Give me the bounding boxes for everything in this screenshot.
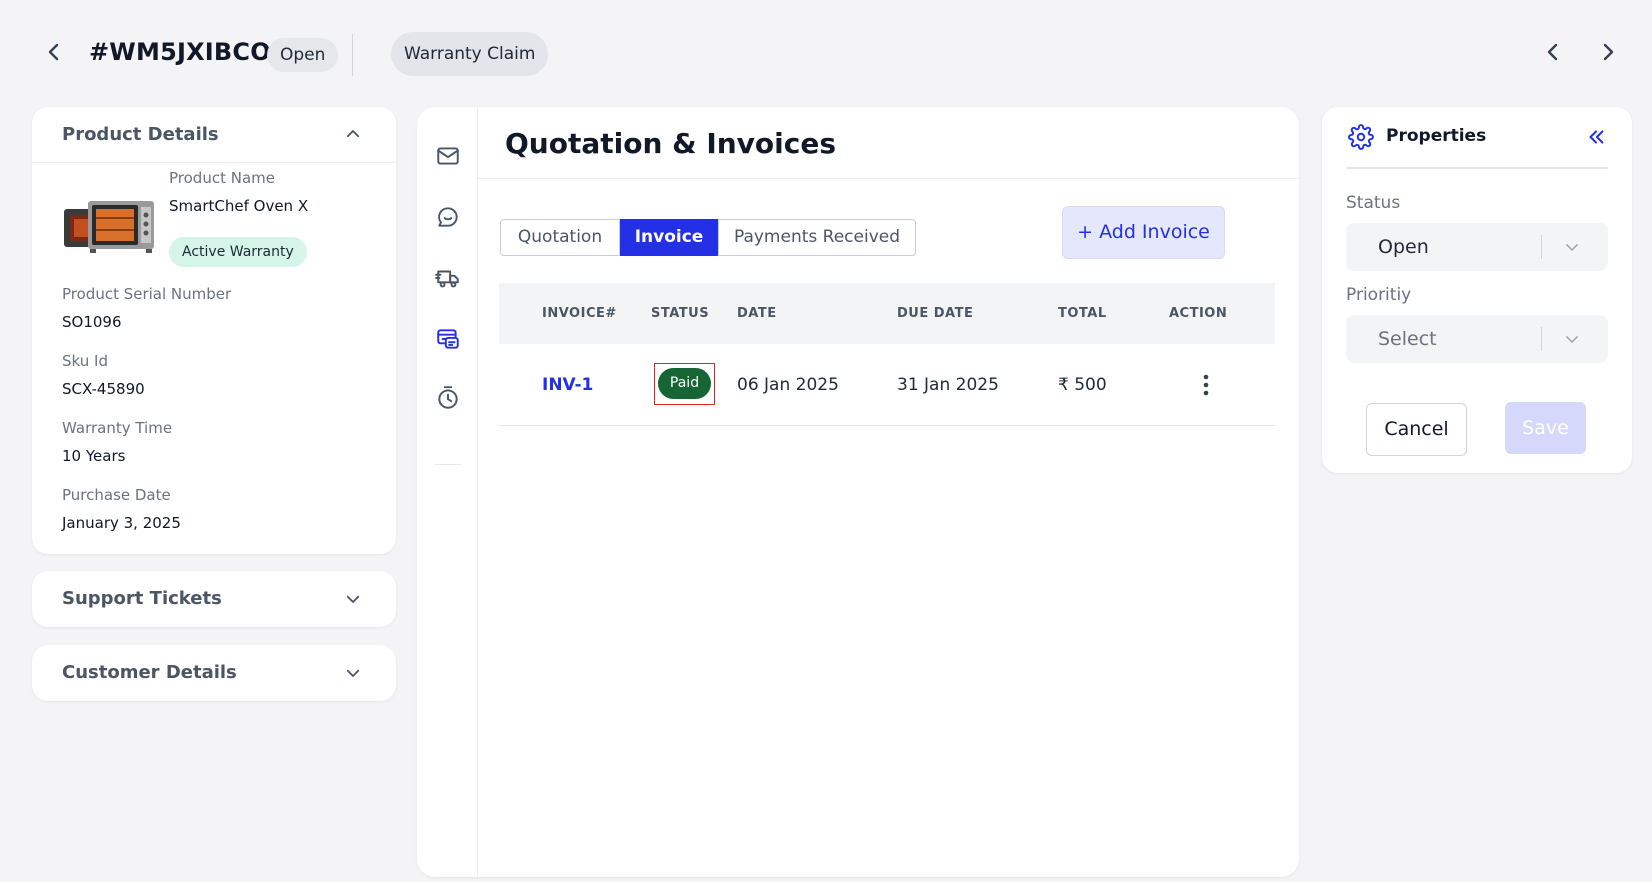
column-header-status: STATUS — [651, 306, 710, 321]
ticket-id: #WM5JXIBCO — [89, 38, 271, 66]
sku-label: Sku Id — [62, 352, 108, 370]
gear-icon — [1348, 124, 1374, 150]
truck-icon[interactable] — [435, 265, 461, 291]
column-header-invoice: INVOICE# — [542, 306, 617, 321]
chevron-up-icon[interactable] — [344, 125, 362, 143]
priority-select[interactable]: Select — [1346, 315, 1608, 363]
mail-icon[interactable] — [435, 143, 461, 169]
column-header-action: ACTION — [1169, 306, 1228, 321]
status-badge: Open — [267, 38, 339, 72]
previous-ticket-icon[interactable] — [1541, 40, 1565, 64]
card-divider — [32, 162, 396, 163]
purchase-date-value: January 3, 2025 — [62, 514, 181, 532]
invoice-date: 06 Jan 2025 — [737, 375, 839, 395]
column-header-total: TOTAL — [1058, 306, 1107, 321]
title-divider — [478, 178, 1299, 179]
serial-value: SO1096 — [62, 313, 122, 331]
warranty-time-label: Warranty Time — [62, 419, 173, 437]
invoice-table-header: INVOICE# STATUS DATE DUE DATE TOTAL ACTI… — [499, 283, 1275, 344]
support-tickets-card[interactable]: Support Tickets — [32, 571, 396, 627]
status-select[interactable]: Open — [1346, 223, 1608, 271]
chevron-down-icon[interactable] — [1563, 330, 1581, 348]
invoice-link[interactable]: INV-1 — [542, 344, 593, 426]
back-arrow-icon[interactable] — [42, 40, 66, 64]
product-name-label: Product Name — [169, 169, 275, 187]
purchase-date-label: Purchase Date — [62, 486, 171, 504]
quotation-invoices-panel: Quotation & Invoices Quotation Invoice P… — [417, 107, 1299, 877]
status-label: Status — [1346, 193, 1401, 213]
properties-title: Properties — [1386, 126, 1487, 146]
column-header-due-date: DUE DATE — [897, 306, 974, 321]
status-select-value: Open — [1378, 236, 1429, 258]
collapse-panel-icon[interactable] — [1585, 126, 1607, 148]
warranty-time-value: 10 Years — [62, 447, 126, 465]
chevron-down-icon[interactable] — [1563, 238, 1581, 256]
billing-icon[interactable] — [435, 326, 461, 352]
table-row: INV-1 Paid 06 Jan 2025 31 Jan 2025 ₹ 500 — [499, 344, 1275, 426]
tab-quotation[interactable]: Quotation — [500, 219, 620, 256]
select-divider — [1541, 235, 1542, 259]
properties-divider — [1346, 167, 1608, 169]
add-invoice-button[interactable]: + Add Invoice — [1062, 206, 1225, 259]
next-ticket-icon[interactable] — [1596, 40, 1620, 64]
product-details-title[interactable]: Product Details — [62, 124, 219, 145]
save-button[interactable]: Save — [1505, 402, 1586, 454]
side-rail — [417, 107, 478, 877]
support-tickets-title: Support Tickets — [62, 588, 222, 609]
chevron-down-icon[interactable] — [344, 664, 362, 682]
header-divider — [352, 34, 353, 76]
timer-icon[interactable] — [435, 385, 461, 411]
chevron-down-icon[interactable] — [344, 590, 362, 608]
product-name: SmartChef Oven X — [169, 197, 309, 215]
serial-label: Product Serial Number — [62, 285, 232, 303]
ticket-type-badge: Warranty Claim — [391, 32, 549, 76]
rail-divider — [435, 464, 461, 465]
product-image — [62, 195, 157, 260]
sku-value: SCX-45890 — [62, 380, 145, 398]
invoice-due-date: 31 Jan 2025 — [897, 375, 999, 395]
status-highlight: Paid — [654, 363, 715, 405]
page-title: Quotation & Invoices — [505, 127, 837, 160]
customer-details-card[interactable]: Customer Details — [32, 645, 396, 701]
priority-label: Prioritiy — [1346, 285, 1412, 305]
tab-invoice[interactable]: Invoice — [620, 219, 718, 256]
invoice-total: ₹ 500 — [1058, 375, 1107, 395]
more-actions-icon[interactable] — [1202, 373, 1210, 397]
properties-panel: Properties Status Open Prioritiy Select … — [1322, 107, 1632, 473]
top-bar: #WM5JXIBCO Open Warranty Claim — [0, 0, 1652, 100]
cancel-button[interactable]: Cancel — [1366, 403, 1467, 456]
priority-select-placeholder: Select — [1378, 328, 1437, 350]
status-badge: Paid — [658, 368, 711, 399]
warranty-badge: Active Warranty — [169, 237, 307, 267]
chat-icon[interactable] — [435, 204, 461, 230]
product-details-card: Product Details Product Name SmartChef O… — [32, 107, 396, 554]
select-divider — [1541, 327, 1542, 351]
column-header-date: DATE — [737, 306, 777, 321]
customer-details-title: Customer Details — [62, 662, 237, 683]
tab-payments-received[interactable]: Payments Received — [718, 219, 916, 256]
